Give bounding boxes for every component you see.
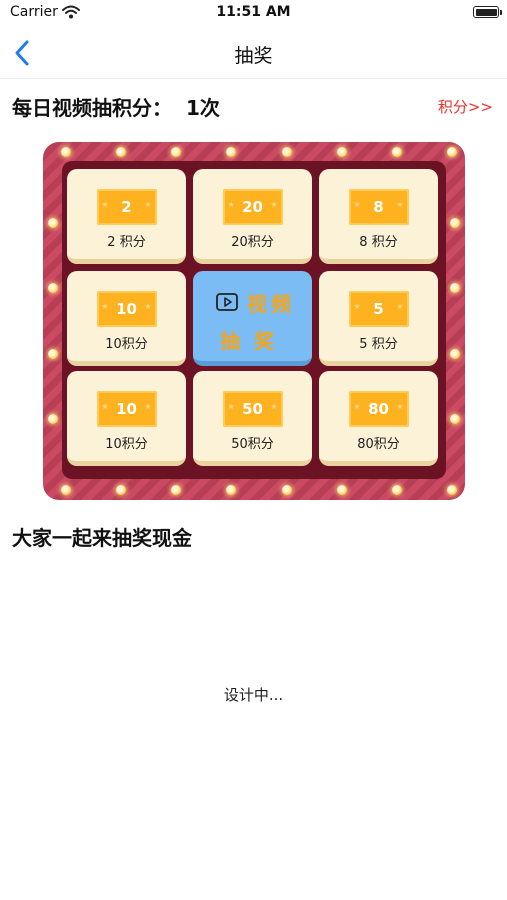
- marquee-bulb: [447, 485, 457, 495]
- battery-icon: [473, 6, 502, 18]
- prize-cell[interactable]: 5 5 积分: [319, 271, 438, 366]
- prize-cell[interactable]: 50 50积分: [193, 371, 312, 466]
- marquee-bulb: [391, 485, 402, 495]
- marquee-bulb: [226, 485, 237, 495]
- marquee-bulb: [450, 217, 460, 228]
- daily-lottery-label: 每日视频抽积分：: [12, 96, 172, 120]
- marquee-bulb: [391, 147, 402, 157]
- marquee-bulb: [48, 217, 58, 228]
- ticket-icon: 20: [222, 189, 283, 225]
- marquee-bulb: [336, 147, 347, 157]
- prize-cell[interactable]: 2 2 积分: [67, 169, 186, 264]
- lottery-board: 2 2 积分 20 20积分 8 8 积分 10 10积分 视频 抽奖 5 5 …: [43, 142, 465, 500]
- marquee-bulb: [171, 147, 182, 157]
- video-lottery-button[interactable]: 视频 抽奖: [193, 271, 312, 366]
- prize-cell[interactable]: 8 8 积分: [319, 169, 438, 264]
- ticket-icon: 10: [96, 291, 157, 327]
- prize-label: 8 积分: [359, 235, 398, 250]
- prize-label: 50积分: [231, 437, 274, 452]
- marquee-bulb: [48, 283, 58, 294]
- marquee-bulb: [116, 485, 127, 495]
- marquee-bulb: [226, 147, 237, 157]
- daily-lottery-value: 1次: [186, 96, 220, 120]
- page-title: 抽奖: [234, 45, 273, 67]
- prize-label: 80积分: [357, 437, 400, 452]
- video-lottery-line2: 抽奖: [220, 329, 288, 353]
- marquee-bulb: [450, 414, 460, 425]
- navigation-bar: 抽奖: [0, 28, 507, 79]
- marquee-bulb: [281, 147, 292, 157]
- prize-value: 2: [121, 198, 132, 216]
- marquee-bulb: [450, 348, 460, 359]
- ticket-icon: 80: [348, 391, 409, 427]
- prize-label: 20积分: [231, 235, 274, 250]
- video-play-icon: [216, 293, 238, 311]
- marquee-bulb: [336, 485, 347, 495]
- prize-cell[interactable]: 10 10积分: [67, 271, 186, 366]
- marquee-bulb: [61, 485, 71, 495]
- ticket-icon: 10: [96, 391, 157, 427]
- ticket-icon: 5: [348, 291, 409, 327]
- marquee-bulb: [171, 485, 182, 495]
- ticket-icon: 2: [96, 189, 157, 225]
- promo-heading: 大家一起来抽奖现金: [12, 526, 192, 550]
- prize-cell[interactable]: 80 80积分: [319, 371, 438, 466]
- ticket-icon: 8: [348, 189, 409, 225]
- marquee-bulb: [116, 147, 127, 157]
- prize-label: 2 积分: [107, 235, 146, 250]
- placeholder-text: 设计中...: [223, 686, 284, 704]
- video-lottery-line1: 视频: [247, 292, 295, 316]
- daily-lottery-count: 每日视频抽积分： 1次: [12, 92, 220, 121]
- marquee-bulb: [48, 348, 58, 359]
- prize-label: 5 积分: [359, 337, 398, 352]
- status-bar: Carrier 11:51 AM: [0, 0, 507, 28]
- prize-cell[interactable]: 20 20积分: [193, 169, 312, 264]
- marquee-bulb: [447, 147, 457, 157]
- marquee-bulb: [281, 485, 292, 495]
- prize-value: 20: [242, 198, 263, 216]
- prize-value: 10: [116, 300, 137, 318]
- status-time: 11:51 AM: [216, 4, 291, 20]
- prize-value: 10: [116, 400, 137, 418]
- ticket-icon: 50: [222, 391, 283, 427]
- prize-label: 10积分: [105, 337, 148, 352]
- prize-value: 5: [373, 300, 384, 318]
- prize-value: 8: [373, 198, 384, 216]
- marquee-bulb: [450, 283, 460, 294]
- prize-value: 50: [242, 400, 263, 418]
- marquee-bulb: [48, 414, 58, 425]
- prize-value: 80: [368, 400, 389, 418]
- marquee-bulb: [61, 147, 71, 157]
- prize-cell[interactable]: 10 10积分: [67, 371, 186, 466]
- prize-label: 10积分: [105, 437, 148, 452]
- points-link[interactable]: 积分>>: [438, 96, 493, 117]
- lottery-grid: 2 2 积分 20 20积分 8 8 积分 10 10积分 视频 抽奖 5 5 …: [62, 161, 446, 479]
